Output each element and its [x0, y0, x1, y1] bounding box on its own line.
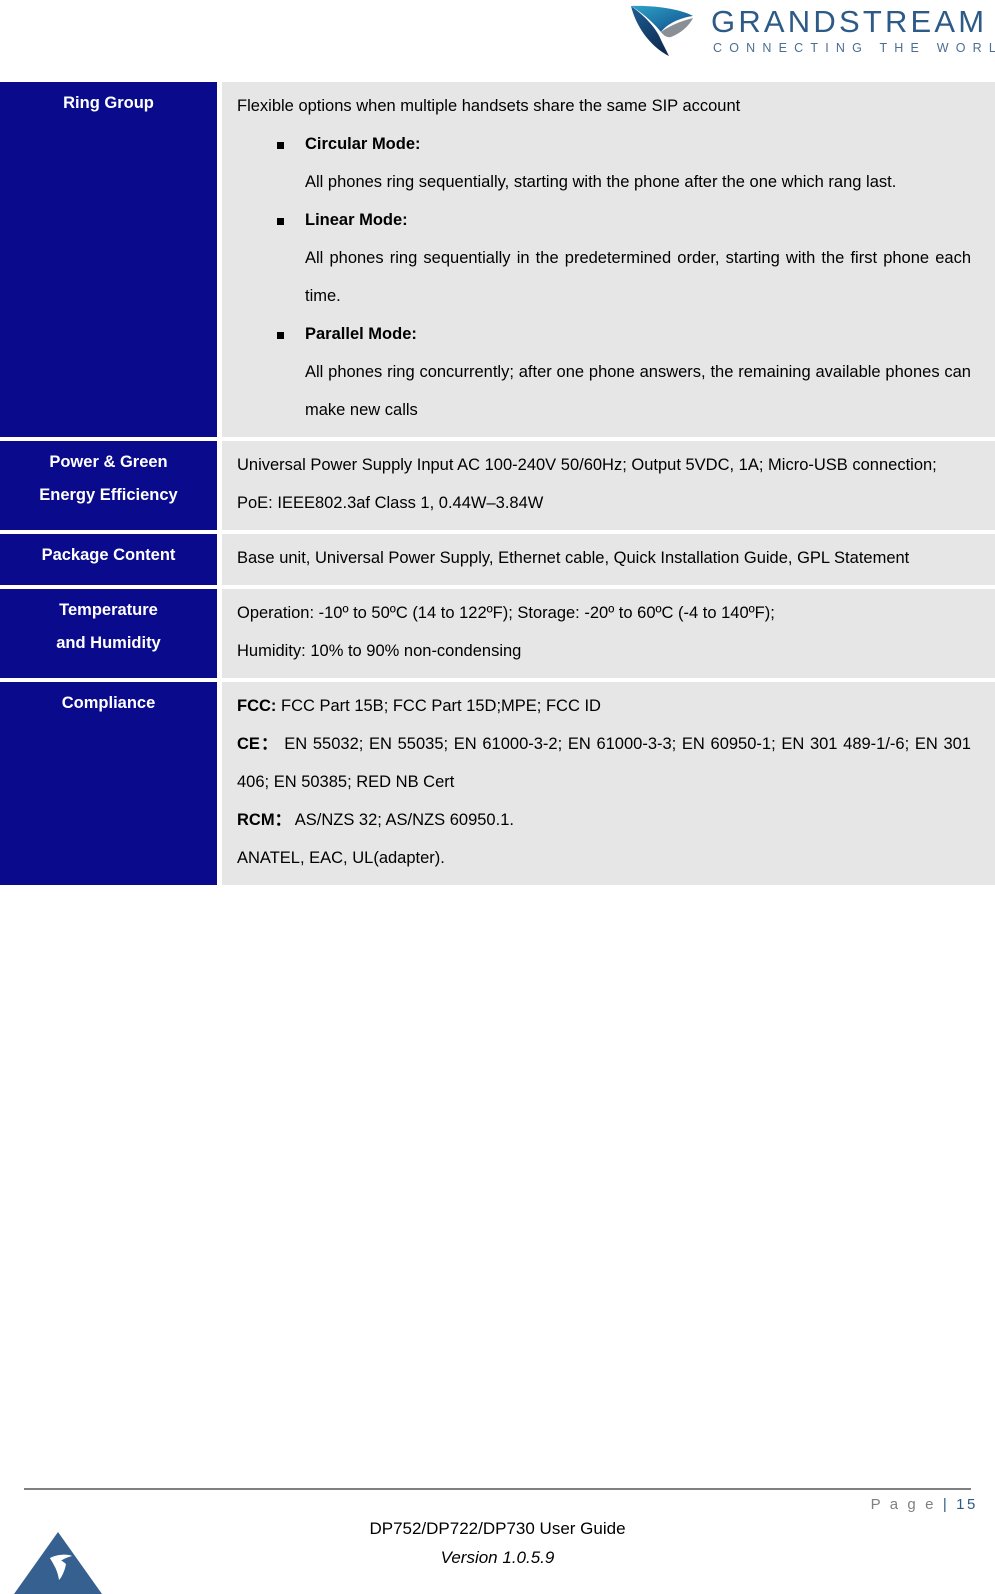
- list-item: Linear Mode: All phones ring sequentiall…: [237, 201, 971, 315]
- footer-text-block: DP752/DP722/DP730 User Guide Version 1.0…: [0, 1514, 995, 1572]
- mode-description-parallel: All phones ring concurrently; after one …: [305, 363, 971, 419]
- table-row: Ring Group Flexible options when multipl…: [0, 82, 995, 437]
- square-bullet-icon: [277, 142, 284, 149]
- table-row: Package Content Base unit, Universal Pow…: [0, 534, 995, 585]
- mode-title-text: Circular Mode:: [305, 135, 421, 153]
- row-label-package-content: Package Content: [0, 534, 217, 585]
- compliance-ce-line: CE： EN 55032; EN 55035; EN 61000-3-2; EN…: [237, 725, 971, 801]
- row-label-power-green-energy: Power & Green Energy Efficiency: [0, 441, 217, 530]
- page-footer: P a g e | 15 DP752/DP722/DP730 User Guid…: [0, 1444, 995, 1594]
- mode-title-text: Parallel Mode:: [305, 325, 417, 343]
- mode-title-linear: Linear Mode:: [237, 201, 971, 239]
- compliance-ce-value: EN 55032; EN 55035; EN 61000-3-2; EN 610…: [237, 735, 971, 791]
- row-label-line-1: Temperature: [59, 601, 158, 619]
- row-value-power-green-energy: Universal Power Supply Input AC 100-240V…: [222, 441, 995, 530]
- footer-divider: [24, 1488, 971, 1490]
- compliance-rcm-label: RCM：: [237, 811, 292, 829]
- square-bullet-icon: [277, 332, 284, 339]
- row-value-ring-group: Flexible options when multiple handsets …: [222, 82, 995, 437]
- specifications-table: Ring Group Flexible options when multipl…: [0, 82, 995, 889]
- compliance-rcm-line: RCM： AS/NZS 32; AS/NZS 60950.1.: [237, 801, 971, 839]
- row-label-temperature-humidity: Temperature and Humidity: [0, 589, 217, 678]
- row-value-temperature-humidity: Operation: -10º to 50ºC (14 to 122ºF); S…: [222, 589, 995, 678]
- row-label-line-1: Power & Green: [49, 453, 168, 471]
- compliance-fcc-line: FCC: FCC Part 15B; FCC Part 15D;MPE; FCC…: [237, 687, 971, 725]
- temperature-line: Operation: -10º to 50ºC (14 to 122ºF); S…: [237, 604, 775, 622]
- page-number: P a g e | 15: [871, 1496, 978, 1513]
- mode-title-circular: Circular Mode:: [237, 125, 971, 163]
- row-label-line-2: and Humidity: [56, 634, 161, 652]
- document-version: Version 1.0.5.9: [440, 1548, 555, 1567]
- table-row: Temperature and Humidity Operation: -10º…: [0, 589, 995, 678]
- compliance-extra-line: ANATEL, EAC, UL(adapter).: [237, 849, 445, 867]
- grandstream-triangle-mark: [14, 1532, 102, 1594]
- row-label-compliance: Compliance: [0, 682, 217, 885]
- row-label-ring-group: Ring Group: [0, 82, 217, 437]
- square-bullet-icon: [277, 218, 284, 225]
- mode-title-text: Linear Mode:: [305, 211, 408, 229]
- humidity-line: Humidity: 10% to 90% non-condensing: [237, 642, 522, 660]
- compliance-fcc-label: FCC:: [237, 697, 277, 715]
- page-label: P a g e: [870, 1496, 943, 1513]
- poe-line: PoE: IEEE802.3af Class 1, 0.44W–3.84W: [237, 494, 544, 512]
- list-item: Circular Mode: All phones ring sequentia…: [237, 125, 971, 201]
- power-supply-line: Universal Power Supply Input AC 100-240V…: [237, 456, 937, 474]
- package-content-line: Base unit, Universal Power Supply, Ether…: [237, 549, 910, 567]
- page-number-value: 15: [956, 1496, 978, 1513]
- table-row: Compliance FCC: FCC Part 15B; FCC Part 1…: [0, 682, 995, 885]
- table-row: Power & Green Energy Efficiency Universa…: [0, 441, 995, 530]
- document-title: DP752/DP722/DP730 User Guide: [369, 1519, 626, 1538]
- ring-group-intro: Flexible options when multiple handsets …: [237, 97, 741, 115]
- svg-text:CONNECTING THE WORLD: CONNECTING THE WORLD: [713, 41, 995, 55]
- grandstream-logo: GRANDSTREAM CONNECTING THE WORLD: [631, 4, 995, 56]
- ring-mode-list: Circular Mode: All phones ring sequentia…: [237, 125, 971, 429]
- page-header: GRANDSTREAM CONNECTING THE WORLD: [0, 0, 995, 78]
- compliance-rcm-value: AS/NZS 32; AS/NZS 60950.1.: [291, 811, 514, 829]
- svg-text:GRANDSTREAM: GRANDSTREAM: [711, 4, 987, 39]
- row-value-package-content: Base unit, Universal Power Supply, Ether…: [222, 534, 995, 585]
- page-separator: |: [942, 1496, 957, 1513]
- row-label-line-2: Energy Efficiency: [39, 486, 178, 504]
- mode-description-circular: All phones ring sequentially, starting w…: [305, 173, 897, 191]
- mode-title-parallel: Parallel Mode:: [237, 315, 971, 353]
- mode-description-linear: All phones ring sequentially in the pred…: [305, 249, 971, 305]
- compliance-ce-label: CE：: [237, 735, 279, 753]
- list-item: Parallel Mode: All phones ring concurren…: [237, 315, 971, 429]
- row-value-compliance: FCC: FCC Part 15B; FCC Part 15D;MPE; FCC…: [222, 682, 995, 885]
- compliance-fcc-value: FCC Part 15B; FCC Part 15D;MPE; FCC ID: [276, 697, 601, 715]
